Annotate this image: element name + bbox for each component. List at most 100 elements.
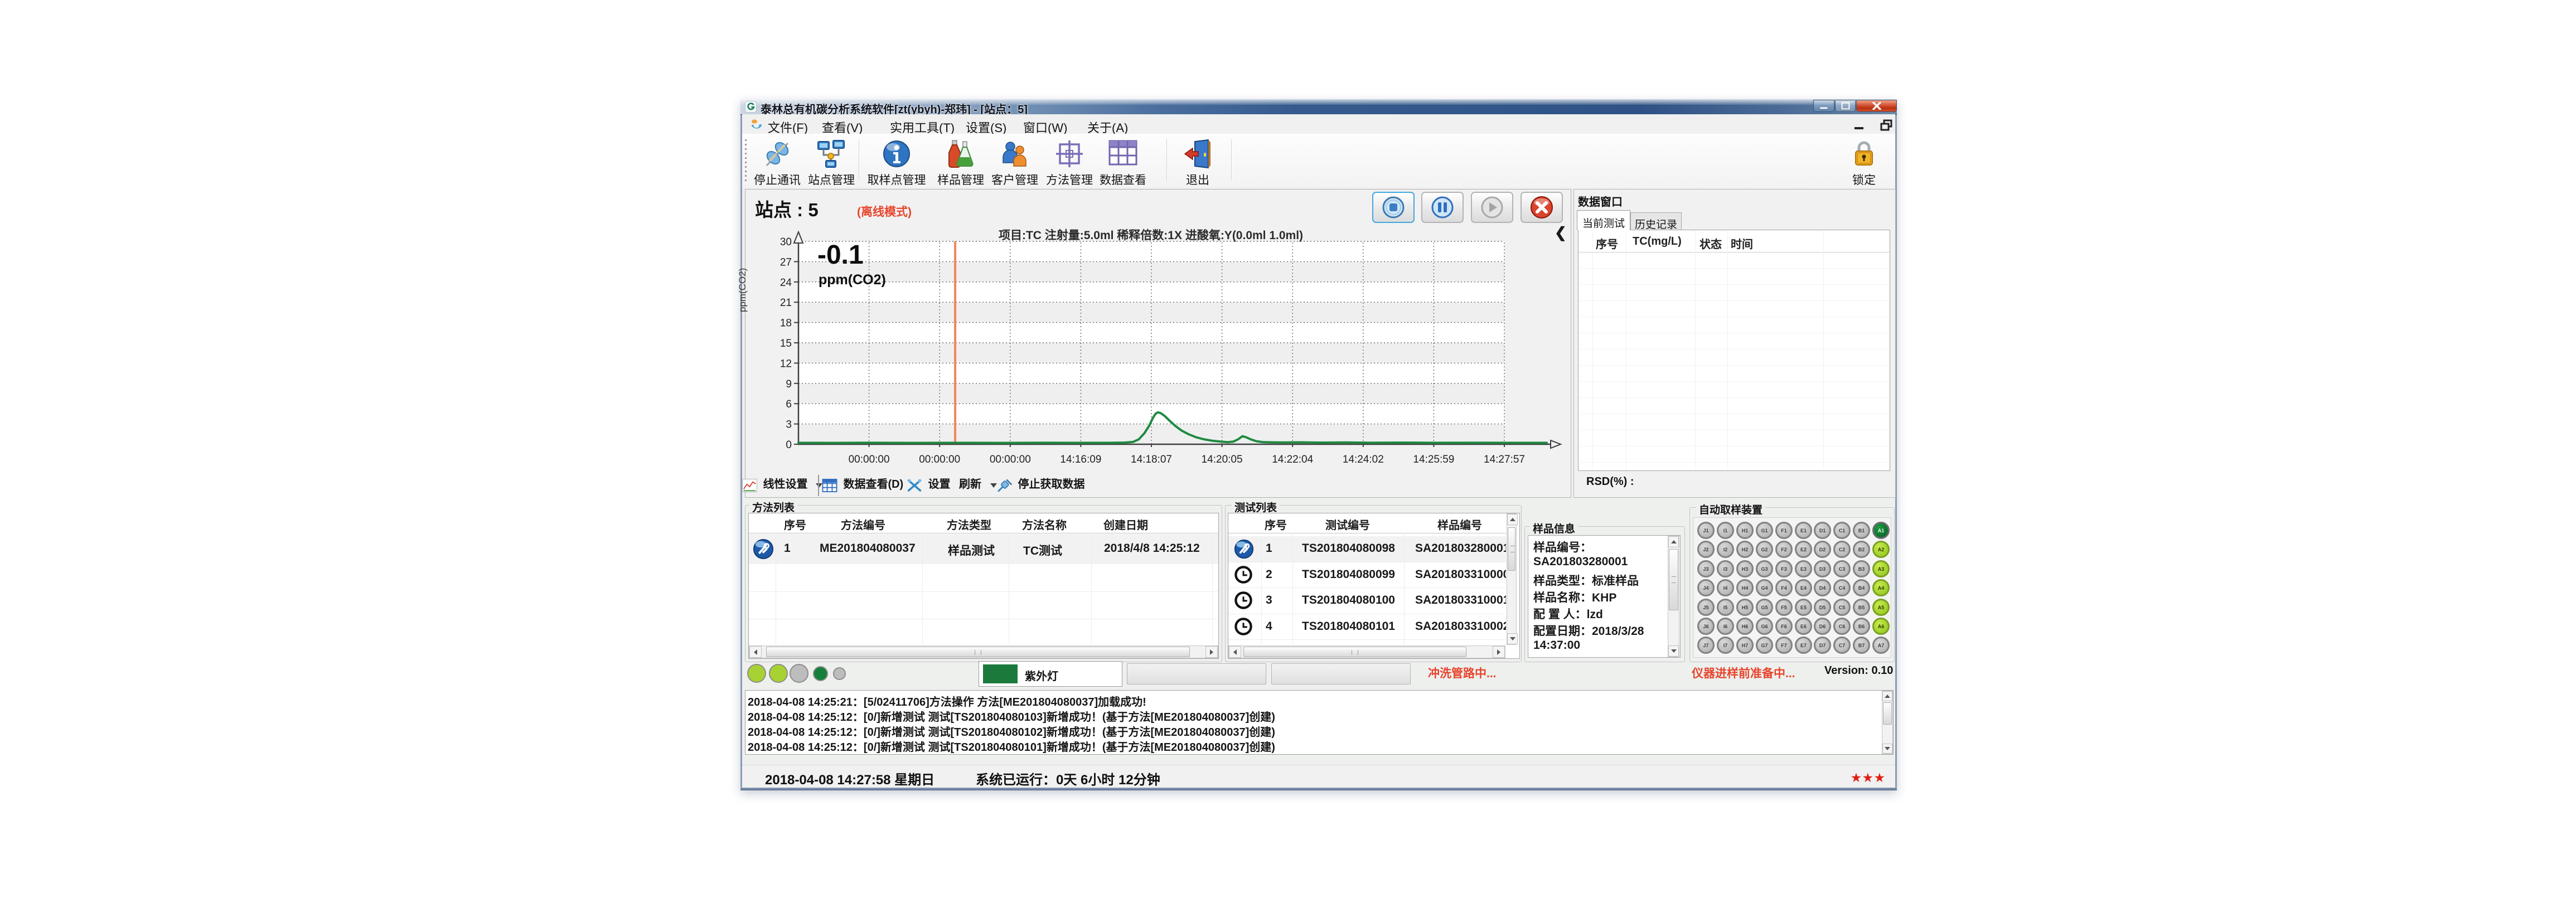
well-J4[interactable]: J4 bbox=[1697, 579, 1715, 596]
scrollbar-button[interactable] bbox=[1882, 691, 1892, 701]
settings-button[interactable]: 设置 bbox=[907, 475, 950, 497]
well-B7[interactable]: B7 bbox=[1853, 637, 1870, 654]
well-C5[interactable]: C5 bbox=[1833, 599, 1851, 616]
scroll-up-icon[interactable] bbox=[1885, 695, 1890, 698]
well-A2[interactable]: A2 bbox=[1872, 541, 1890, 558]
mdi-restore-button[interactable] bbox=[1880, 119, 1892, 132]
well-B6[interactable]: B6 bbox=[1853, 618, 1870, 635]
toolbar-exit[interactable]: 退出 bbox=[1167, 137, 1228, 185]
well-A6[interactable]: A6 bbox=[1872, 618, 1890, 635]
close-button[interactable] bbox=[1856, 100, 1897, 112]
well-C2[interactable]: C2 bbox=[1833, 541, 1851, 558]
well-J6[interactable]: J6 bbox=[1697, 618, 1715, 635]
tab-history[interactable]: 历史记录 bbox=[1630, 212, 1682, 230]
test-row[interactable]: 3TS201804080100SA201803310001 bbox=[1228, 588, 1506, 614]
well-D5[interactable]: D5 bbox=[1814, 599, 1831, 616]
toolbar-sample-management[interactable]: 样品管理 bbox=[930, 137, 991, 185]
sample-vscroll-thumb[interactable] bbox=[1669, 549, 1678, 610]
tl-vscrollbar[interactable] bbox=[1507, 513, 1517, 645]
well-H2[interactable]: H2 bbox=[1736, 541, 1754, 558]
well-D3[interactable]: D3 bbox=[1814, 560, 1831, 577]
well-C4[interactable]: C4 bbox=[1833, 579, 1851, 596]
toolbar-method-management[interactable]: 方法管理 bbox=[1039, 137, 1100, 185]
well-F1[interactable]: F1 bbox=[1775, 522, 1793, 539]
well-G5[interactable]: G5 bbox=[1756, 599, 1773, 616]
well-E6[interactable]: E6 bbox=[1795, 618, 1812, 635]
scrollbar-button[interactable] bbox=[1205, 646, 1218, 658]
minimize-button[interactable] bbox=[1813, 100, 1834, 112]
well-D4[interactable]: D4 bbox=[1814, 579, 1831, 596]
scroll-right-icon[interactable] bbox=[1210, 649, 1213, 655]
toolbar-customer-management[interactable]: 客户管理 bbox=[984, 137, 1045, 185]
chart-play-button[interactable] bbox=[1471, 192, 1513, 223]
mdi-minimize-button[interactable] bbox=[1854, 127, 1863, 129]
well-E4[interactable]: E4 bbox=[1795, 579, 1812, 596]
well-A7[interactable]: A7 bbox=[1872, 637, 1890, 654]
linear-settings-button[interactable]: 线性设置 bbox=[742, 475, 822, 497]
scroll-left-icon[interactable] bbox=[754, 649, 757, 655]
well-F4[interactable]: F4 bbox=[1775, 579, 1793, 596]
well-I5[interactable]: I5 bbox=[1717, 599, 1734, 616]
well-I7[interactable]: I7 bbox=[1717, 637, 1734, 654]
well-B5[interactable]: B5 bbox=[1853, 599, 1870, 616]
log-vscroll-thumb[interactable] bbox=[1883, 702, 1892, 725]
well-E1[interactable]: E1 bbox=[1795, 522, 1812, 539]
chart-pause-button[interactable] bbox=[1421, 192, 1464, 223]
well-C7[interactable]: C7 bbox=[1833, 637, 1851, 654]
well-F6[interactable]: F6 bbox=[1775, 618, 1793, 635]
well-D6[interactable]: D6 bbox=[1814, 618, 1831, 635]
well-E3[interactable]: E3 bbox=[1795, 560, 1812, 577]
well-D1[interactable]: D1 bbox=[1814, 522, 1831, 539]
scroll-down-icon[interactable] bbox=[1671, 649, 1677, 653]
tl-hscrollbar[interactable] bbox=[1228, 645, 1505, 658]
scrollbar-button[interactable] bbox=[749, 646, 762, 658]
well-D7[interactable]: D7 bbox=[1814, 637, 1831, 654]
well-I4[interactable]: I4 bbox=[1717, 579, 1734, 596]
scrollbar-button[interactable] bbox=[1668, 536, 1679, 547]
well-C1[interactable]: C1 bbox=[1833, 522, 1851, 539]
toolbar-sampling-point[interactable]: 取样点管理 bbox=[866, 137, 927, 185]
well-G7[interactable]: G7 bbox=[1756, 637, 1773, 654]
well-A1[interactable]: A1 bbox=[1872, 522, 1890, 539]
scrollbar-button[interactable] bbox=[1668, 645, 1679, 657]
scroll-up-icon[interactable] bbox=[1510, 518, 1515, 521]
scrollbar-button[interactable] bbox=[1507, 514, 1518, 525]
well-H6[interactable]: H6 bbox=[1736, 618, 1754, 635]
scroll-up-icon[interactable] bbox=[1671, 540, 1677, 543]
well-A5[interactable]: A5 bbox=[1872, 599, 1890, 616]
data-view-d-button[interactable]: 数据查看(D) bbox=[822, 475, 903, 497]
well-H4[interactable]: H4 bbox=[1736, 579, 1754, 596]
well-F7[interactable]: F7 bbox=[1775, 637, 1793, 654]
well-F5[interactable]: F5 bbox=[1775, 599, 1793, 616]
tab-current-test[interactable]: 当前测试 bbox=[1577, 210, 1630, 230]
well-A4[interactable]: A4 bbox=[1872, 579, 1890, 596]
well-H5[interactable]: H5 bbox=[1736, 599, 1754, 616]
well-I6[interactable]: I6 bbox=[1717, 618, 1734, 635]
scroll-right-icon[interactable] bbox=[1497, 649, 1500, 655]
well-J3[interactable]: J3 bbox=[1697, 560, 1715, 577]
well-E5[interactable]: E5 bbox=[1795, 599, 1812, 616]
well-J5[interactable]: J5 bbox=[1697, 599, 1715, 616]
log-vscrollbar[interactable] bbox=[1882, 691, 1893, 754]
scrollbar-button[interactable] bbox=[1229, 646, 1241, 658]
well-G3[interactable]: G3 bbox=[1756, 560, 1773, 577]
sample-vscrollbar[interactable] bbox=[1668, 536, 1679, 657]
well-F2[interactable]: F2 bbox=[1775, 541, 1793, 558]
well-B2[interactable]: B2 bbox=[1853, 541, 1870, 558]
well-G2[interactable]: G2 bbox=[1756, 541, 1773, 558]
test-row[interactable]: 1TS201804080098SA201803280001 bbox=[1228, 536, 1506, 562]
well-J2[interactable]: J2 bbox=[1697, 541, 1715, 558]
toolbar-data-view[interactable]: 数据查看 bbox=[1092, 137, 1154, 185]
well-B4[interactable]: B4 bbox=[1853, 579, 1870, 596]
test-row[interactable]: 2TS201804080099SA201803310000 bbox=[1228, 562, 1506, 588]
well-D2[interactable]: D2 bbox=[1814, 541, 1831, 558]
toolbar-lock[interactable]: 锁定 bbox=[1833, 137, 1895, 185]
ml-hscrollbar[interactable] bbox=[749, 645, 1218, 658]
well-B3[interactable]: B3 bbox=[1853, 560, 1870, 577]
scroll-down-icon[interactable] bbox=[1510, 637, 1515, 640]
well-B1[interactable]: B1 bbox=[1853, 522, 1870, 539]
test-row[interactable]: 4TS201804080101SA201803310002 bbox=[1228, 614, 1506, 640]
well-C6[interactable]: C6 bbox=[1833, 618, 1851, 635]
tl-hscroll-thumb[interactable] bbox=[1243, 647, 1466, 657]
stop-fetch-button[interactable]: 停止获取数据 bbox=[997, 475, 1084, 497]
